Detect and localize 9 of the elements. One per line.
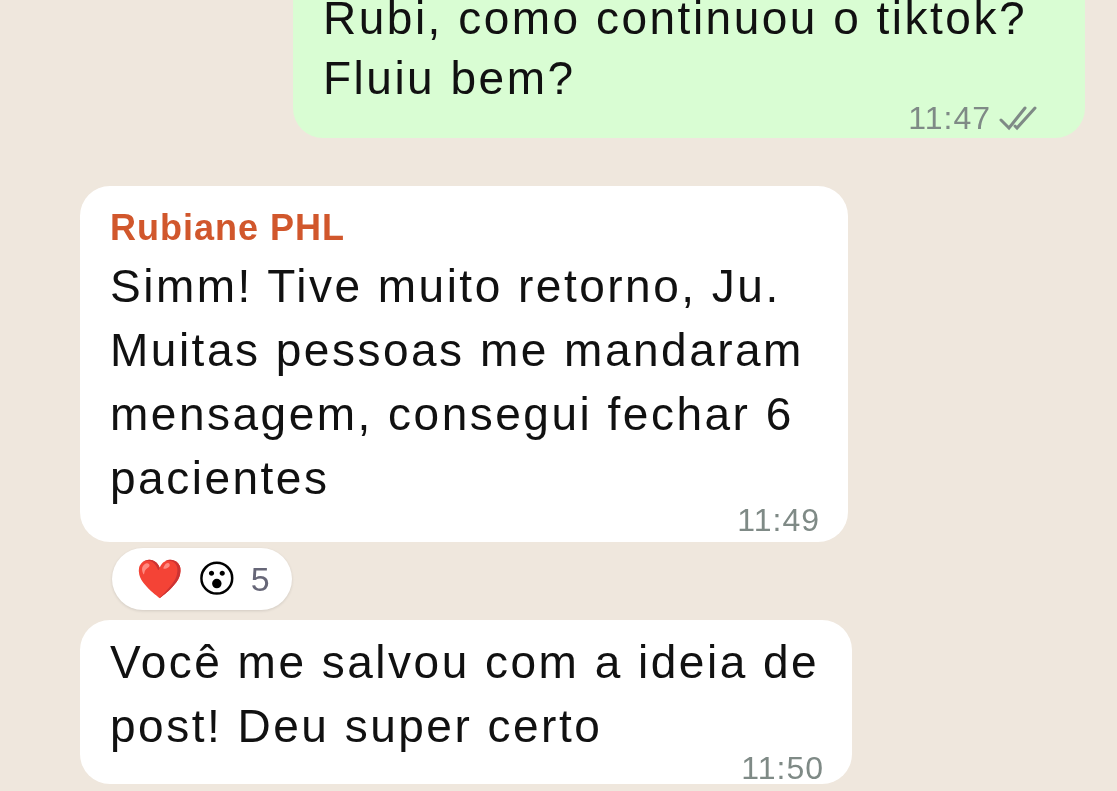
message-time: 11:50 [741, 752, 824, 784]
message-text: Simm! Tive muito retorno, Ju. Muitas pessoas me mandaram mensagem, consegui fechar 6 pacientes [110, 259, 805, 506]
reaction-count: 5 [250, 559, 270, 599]
reaction-pill[interactable]: ❤ 😮 5 [112, 548, 292, 610]
reaction-emoji: 😮 [197, 557, 237, 601]
sender-name: Rubiane PHL [110, 206, 346, 250]
message-time: 11:49 [737, 504, 820, 536]
reaction-emoji: ❤ [136, 557, 183, 601]
message-text: Você me salvou com a ideia de post! Deu super certo [110, 635, 821, 754]
